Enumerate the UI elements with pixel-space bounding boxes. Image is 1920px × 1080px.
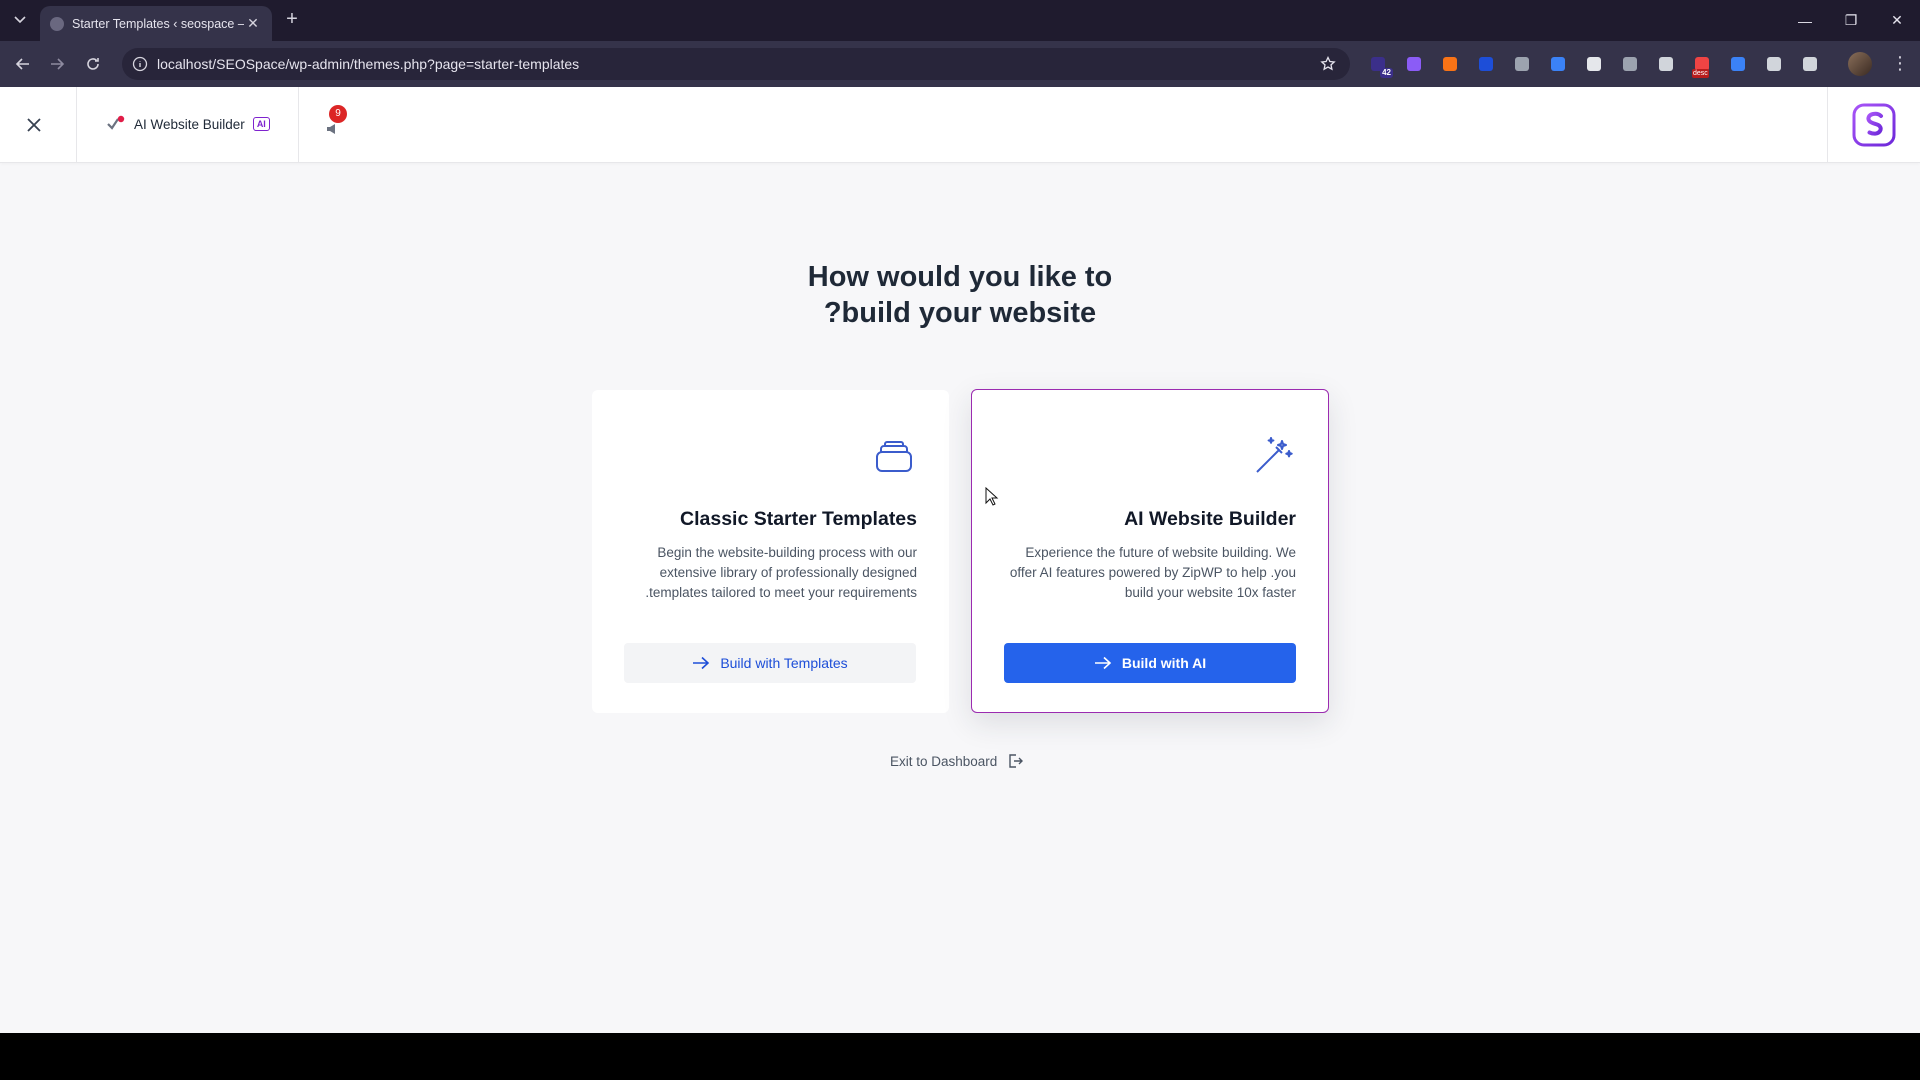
window-controls: — ❐ ✕ (1782, 0, 1920, 41)
build-with-templates-button[interactable]: Build with Templates (624, 643, 916, 683)
arrow-right-icon (51, 58, 65, 70)
arrow-right-icon (1094, 656, 1112, 670)
ai-badge: AI (252, 117, 270, 131)
extension-desc-icon[interactable]: desc (1692, 54, 1712, 78)
bookmark-star-icon[interactable] (1318, 54, 1338, 74)
arrow-right-icon (693, 656, 710, 670)
megaphone-icon (327, 124, 335, 134)
extension-gear-icon[interactable] (1404, 54, 1424, 74)
page-title-line1: How would you like to (807, 261, 1113, 293)
notification-count-badge: 9 (329, 105, 347, 123)
extension-badge-42-icon[interactable]: 42 (1368, 54, 1393, 78)
card-title: AI Website Builder (1124, 508, 1296, 530)
header-divider (76, 87, 77, 163)
browser-menu-icon[interactable]: ⋮ (1890, 52, 1910, 76)
extension-shield-glyph (1767, 57, 1781, 71)
exit-to-dashboard-link[interactable]: Exit to Dashboard (890, 753, 1024, 769)
card-description: Experience the future of website buildin… (1009, 545, 1296, 600)
card-title: Classic Starter Templates (680, 508, 917, 530)
url-text: localhost/SEOSpace/wp-admin/themes.php?p… (157, 56, 580, 72)
extension-stack-icon[interactable] (1548, 54, 1568, 74)
extension-bracket-glyph (1623, 57, 1637, 71)
card-description: Begin the website-building process with … (645, 545, 917, 600)
extension-shield-icon[interactable] (1764, 54, 1784, 74)
reload-button[interactable] (80, 51, 106, 77)
minimize-button[interactable]: — (1782, 0, 1828, 41)
reload-icon (87, 58, 99, 70)
build-with-ai-button[interactable]: Build with AI (1004, 643, 1296, 683)
window-close-button[interactable]: ✕ (1874, 0, 1920, 41)
extension-tag-icon[interactable] (1728, 54, 1748, 74)
mouse-cursor-icon (985, 487, 999, 506)
extension-puzzle-glyph (1803, 57, 1817, 71)
page-title-line2: ?build your website (823, 297, 1097, 329)
button-label: Build with Templates (720, 655, 848, 671)
extension-pen-icon[interactable] (1584, 54, 1604, 74)
header-divider (1827, 87, 1828, 163)
button-label: Build with AI (1121, 655, 1207, 671)
browser-toolbar: localhost/SEOSpace/wp-admin/themes.php?p… (0, 41, 1920, 87)
page-content: AI Website Builder AI 9 How would you li… (0, 87, 1920, 1033)
extension-camera-icon[interactable] (1512, 54, 1532, 74)
tab-close-icon[interactable]: ✕ (244, 15, 262, 32)
check-logo-icon (106, 115, 126, 133)
extension-pen-glyph (1587, 57, 1601, 71)
tab-search-button[interactable] (6, 8, 34, 32)
extension-bracket-icon[interactable] (1620, 54, 1640, 74)
extension-stack-glyph (1551, 57, 1565, 71)
extension-puzzle-icon[interactable] (1800, 54, 1820, 74)
new-tab-button[interactable]: + (282, 9, 302, 30)
exit-label: Exit to Dashboard (890, 753, 998, 769)
extension-badge-count: 42 (1380, 68, 1393, 78)
extension-translate-icon[interactable] (1476, 54, 1496, 74)
tab-title: Starter Templates ‹ seospace — (72, 16, 244, 31)
extension-flame-icon[interactable] (1440, 54, 1460, 74)
site-info-icon[interactable] (130, 54, 150, 74)
browser-tab-strip: Starter Templates ‹ seospace — ✕ + — ❐ ✕ (0, 0, 1920, 41)
brand-logo-icon (1852, 103, 1896, 147)
chevron-down-icon (14, 16, 26, 24)
restore-button[interactable]: ❐ (1828, 0, 1874, 41)
extension-camera-glyph (1515, 57, 1529, 71)
back-button[interactable] (10, 51, 36, 77)
ai-builder-pill[interactable]: AI Website Builder AI (106, 115, 270, 133)
arrow-left-icon (15, 58, 29, 70)
extension-label: desc (1692, 69, 1709, 78)
bottom-black-bar (0, 1033, 1920, 1080)
forward-button[interactable] (44, 51, 70, 77)
browser-tab-active[interactable]: Starter Templates ‹ seospace — ✕ (40, 6, 272, 41)
exit-icon (1009, 754, 1024, 768)
ai-website-builder-card[interactable]: AI Website Builder Experience the future… (971, 389, 1329, 713)
extension-moon-icon[interactable] (1656, 54, 1676, 74)
app-header: AI Website Builder AI 9 (0, 87, 1920, 163)
close-icon[interactable] (22, 113, 46, 137)
address-bar[interactable]: localhost/SEOSpace/wp-admin/themes.php?p… (122, 48, 1350, 80)
extension-flame-glyph (1443, 57, 1457, 71)
classic-templates-card[interactable]: Classic Starter Templates Begin the webs… (592, 390, 949, 713)
extension-translate-glyph (1479, 57, 1493, 71)
magic-wand-icon (1256, 437, 1293, 473)
stacked-layers-icon (876, 441, 912, 472)
header-divider (298, 87, 299, 163)
extension-moon-glyph (1659, 57, 1673, 71)
extension-tag-glyph (1731, 57, 1745, 71)
page-title: How would you like to ?build your websit… (760, 259, 1160, 331)
notifications-button[interactable]: 9 (324, 105, 348, 137)
profile-avatar[interactable] (1848, 52, 1872, 76)
ai-builder-label: AI Website Builder (134, 116, 245, 132)
extension-gear-glyph (1407, 57, 1421, 71)
tab-favicon-icon (50, 16, 64, 31)
